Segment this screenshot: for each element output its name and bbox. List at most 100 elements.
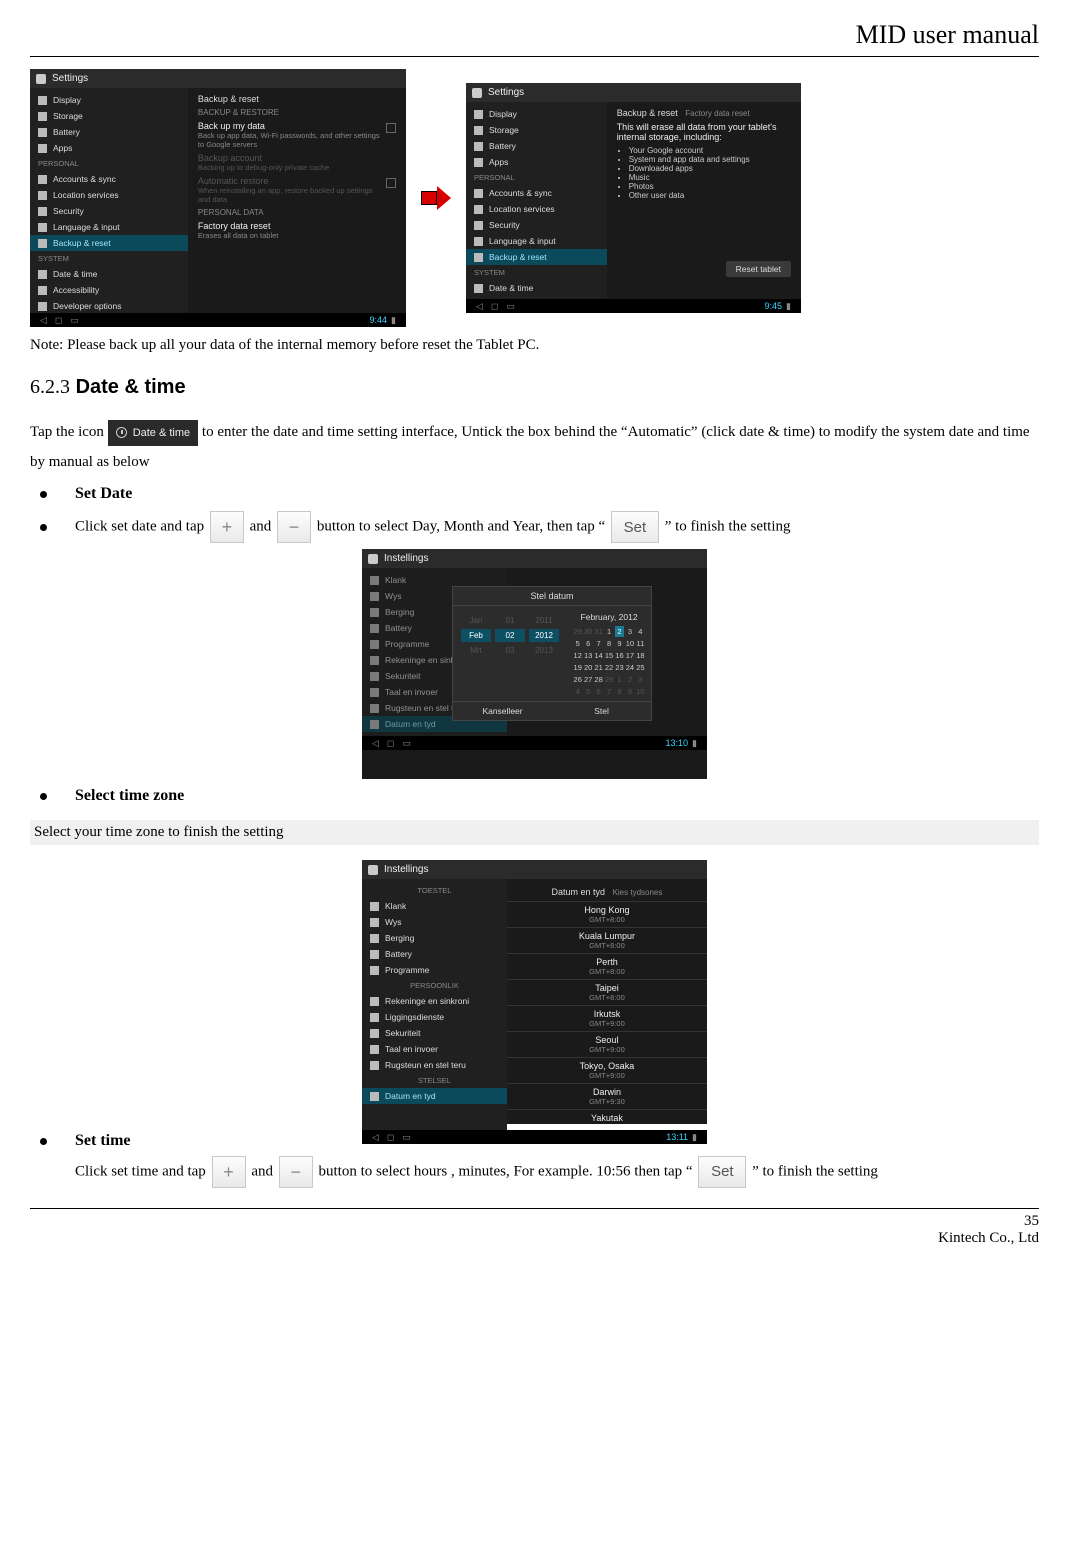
calendar-cell[interactable]: 14 [594, 650, 603, 661]
timezone-item[interactable]: PerthGMT+8:00 [507, 953, 707, 979]
calendar-cell[interactable]: 30 [583, 626, 592, 637]
sidebar-item[interactable]: Wys [362, 914, 507, 930]
row-backup-data[interactable]: Back up my dataBack up app data, Wi-Fi p… [198, 121, 396, 149]
calendar-cell[interactable]: 7 [604, 686, 613, 697]
calendar-cell[interactable]: 19 [573, 662, 582, 673]
year-spinner[interactable]: 201120122013 [529, 614, 559, 693]
home-icon[interactable]: ◻ [387, 738, 394, 749]
sidebar-item-battery[interactable]: Battery [30, 124, 188, 140]
sidebar-item-accounts[interactable]: Accounts & sync [466, 185, 607, 201]
back-icon[interactable]: ◁ [372, 738, 379, 749]
checkbox-icon[interactable] [386, 123, 396, 133]
sidebar-item-accessibility[interactable]: Accessibility [30, 282, 188, 298]
sidebar-item[interactable]: Sekuriteit [362, 1025, 507, 1041]
calendar-cell[interactable]: 1 [615, 674, 624, 685]
sidebar-item-developer[interactable]: Developer options [30, 298, 188, 313]
sidebar-item-apps[interactable]: Apps [466, 154, 607, 170]
sidebar-item-storage[interactable]: Storage [466, 122, 607, 138]
calendar-cell[interactable]: 23 [615, 662, 624, 673]
set-button[interactable]: Set [698, 1156, 746, 1188]
sidebar-item-datetime[interactable]: Date & time [466, 280, 607, 296]
set-button[interactable]: Stel [552, 702, 651, 720]
calendar-cell[interactable]: 17 [625, 650, 634, 661]
plus-button[interactable]: + [212, 1156, 246, 1188]
sidebar-item-backup[interactable]: Backup & reset [466, 249, 607, 265]
minus-button[interactable]: − [277, 511, 311, 543]
sidebar-item-location[interactable]: Location services [466, 201, 607, 217]
sidebar-item[interactable]: Rekeninge en sinkroni [362, 993, 507, 1009]
calendar-cell[interactable]: 16 [615, 650, 624, 661]
sidebar-item-security[interactable]: Security [30, 203, 188, 219]
sidebar-item-display[interactable]: Display [466, 106, 607, 122]
recent-icon[interactable]: ▭ [402, 738, 411, 749]
home-icon[interactable]: ◻ [387, 1132, 394, 1143]
sidebar-item-accounts[interactable]: Accounts & sync [30, 171, 188, 187]
calendar-cell[interactable]: 9 [615, 638, 624, 649]
calendar-cell[interactable]: 27 [583, 674, 592, 685]
timezone-item[interactable]: DarwinGMT+9:30 [507, 1083, 707, 1109]
sidebar-item-location[interactable]: Location services [30, 187, 188, 203]
sidebar-item-datetime[interactable]: Datum en tyd [362, 1088, 507, 1104]
calendar-cell[interactable]: 29 [573, 626, 582, 637]
day-spinner[interactable]: 010203 [495, 614, 525, 693]
sidebar-item[interactable]: Klank [362, 898, 507, 914]
home-icon[interactable]: ◻ [491, 301, 498, 312]
calendar-cell[interactable]: 20 [583, 662, 592, 673]
calendar-cell[interactable]: 4 [573, 686, 582, 697]
calendar-cell[interactable]: 9 [625, 686, 634, 697]
sidebar-item[interactable]: Rugsteun en stel teru [362, 1057, 507, 1073]
calendar-cell[interactable]: 3 [625, 626, 634, 637]
calendar-cell[interactable]: 2 [615, 626, 624, 637]
calendar-cell[interactable]: 15 [604, 650, 613, 661]
calendar-cell[interactable]: 22 [604, 662, 613, 673]
calendar-cell[interactable]: 10 [636, 686, 645, 697]
sidebar-item[interactable]: Programme [362, 962, 507, 978]
recent-icon[interactable]: ▭ [70, 315, 79, 326]
timezone-item[interactable]: IrkutskGMT+9:00 [507, 1005, 707, 1031]
recent-icon[interactable]: ▭ [506, 301, 515, 312]
sidebar-item-storage[interactable]: Storage [30, 108, 188, 124]
date-spinners[interactable]: JanFebMrt 010203 201120122013 [453, 606, 567, 701]
back-icon[interactable]: ◁ [476, 301, 483, 312]
recent-icon[interactable]: ▭ [402, 1132, 411, 1143]
calendar-cell[interactable]: 18 [636, 650, 645, 661]
sidebar-item-language[interactable]: Language & input [466, 233, 607, 249]
calendar-cell[interactable]: 25 [636, 662, 645, 673]
calendar[interactable]: February, 2012 2930311234567891011121314… [567, 606, 651, 701]
calendar-cell[interactable]: 11 [636, 638, 645, 649]
calendar-cell[interactable]: 12 [573, 650, 582, 661]
sidebar-item-security[interactable]: Security [466, 217, 607, 233]
calendar-cell[interactable]: 24 [625, 662, 634, 673]
calendar-cell[interactable]: 29 [604, 674, 613, 685]
back-icon[interactable]: ◁ [40, 315, 47, 326]
sidebar-item-apps[interactable]: Apps [30, 140, 188, 156]
calendar-cell[interactable]: 8 [615, 686, 624, 697]
set-button[interactable]: Set [611, 511, 659, 543]
sidebar-item-datetime[interactable]: Date & time [30, 266, 188, 282]
sidebar-item[interactable]: Liggingsdienste [362, 1009, 507, 1025]
sidebar-item-backup[interactable]: Backup & reset [30, 235, 188, 251]
minus-button[interactable]: − [279, 1156, 313, 1188]
calendar-cell[interactable]: 6 [583, 638, 592, 649]
reset-tablet-button[interactable]: Reset tablet [726, 261, 791, 277]
timezone-item[interactable]: Hong KongGMT+8:00 [507, 901, 707, 927]
sidebar-item-language[interactable]: Language & input [30, 219, 188, 235]
sidebar-item[interactable]: Berging [362, 930, 507, 946]
calendar-cell[interactable]: 26 [573, 674, 582, 685]
timezone-item[interactable]: Tokyo, OsakaGMT+9:00 [507, 1057, 707, 1083]
calendar-cell[interactable]: 10 [625, 638, 634, 649]
calendar-cell[interactable]: 21 [594, 662, 603, 673]
calendar-cell[interactable]: 5 [583, 686, 592, 697]
calendar-cell[interactable]: 31 [594, 626, 603, 637]
timezone-item[interactable]: Kuala LumpurGMT+8:00 [507, 927, 707, 953]
home-icon[interactable]: ◻ [55, 315, 62, 326]
calendar-cell[interactable]: 28 [594, 674, 603, 685]
timezone-item[interactable]: Yakutak [507, 1109, 707, 1126]
calendar-cell[interactable]: 13 [583, 650, 592, 661]
calendar-cell[interactable]: 5 [573, 638, 582, 649]
sidebar-item[interactable]: Battery [362, 946, 507, 962]
month-spinner[interactable]: JanFebMrt [461, 614, 491, 693]
timezone-item[interactable]: TaipeiGMT+8:00 [507, 979, 707, 1005]
calendar-cell[interactable]: 4 [636, 626, 645, 637]
timezone-item[interactable]: SeoulGMT+9:00 [507, 1031, 707, 1057]
